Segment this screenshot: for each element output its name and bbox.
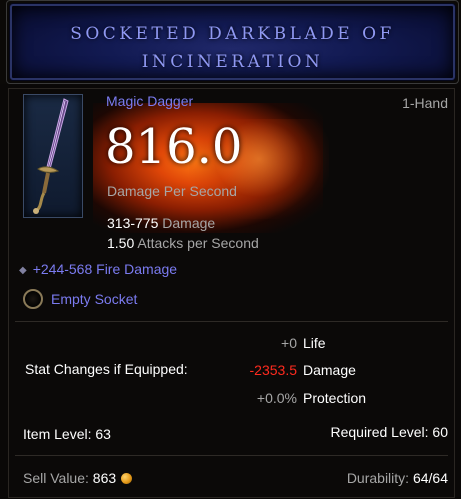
title-plate: SOCKETED DARKBLADE OF INCINERATION [6, 0, 459, 84]
affix-bullet-icon: ◆ [19, 265, 27, 276]
empty-socket-icon [23, 289, 43, 309]
attack-speed-label: Attacks per Second [137, 235, 259, 251]
attack-speed-value: 1.50 [107, 235, 135, 251]
damage-range-stat: 313-775 Damage [107, 215, 215, 231]
damage-change-value: -2353.5 [249, 362, 297, 378]
divider [15, 455, 448, 456]
dps-label: Damage Per Second [107, 183, 237, 199]
durability-value: 64/64 [412, 470, 448, 486]
damage-change-label: Damage [303, 362, 356, 378]
required-level: Required Level: 60 [330, 424, 448, 440]
item-name-line1: SOCKETED DARKBLADE OF [70, 24, 395, 44]
tooltip-footer: Sell Value: 863 Durability: 64/64 [9, 458, 454, 497]
gold-coin-icon [121, 473, 133, 484]
item-tooltip: SOCKETED DARKBLADE OF INCINERATION Magic… [0, 0, 461, 499]
item-slot: 1-Hand [402, 95, 448, 111]
tooltip-body: Magic Dagger 1-Hand 816.0 Damage Per Sec… [8, 88, 455, 498]
empty-socket-label: Empty Socket [51, 291, 138, 307]
attack-speed-stat: 1.50 Attacks per Second [107, 235, 259, 251]
life-change-value: +0 [281, 335, 297, 351]
damage-range-label: Damage [162, 215, 216, 231]
fire-damage-affix: ◆ +244-568 Fire Damage [19, 261, 177, 277]
item-type: Magic Dagger [106, 93, 194, 109]
item-name-line2: INCINERATION [141, 52, 324, 72]
sell-value-amount: 863 [92, 470, 117, 486]
durability: Durability: 64/64 [347, 470, 448, 486]
dps-value: 816.0 [105, 119, 243, 175]
stat-changes-header: Stat Changes if Equipped: [25, 361, 188, 377]
durability-label: Durability: [346, 470, 410, 486]
life-change-label: Life [303, 335, 326, 351]
sell-value: Sell Value: 863 [23, 470, 133, 486]
item-level: Item Level: 63 [23, 426, 111, 442]
sell-value-label: Sell Value: [23, 470, 89, 486]
protection-change-value: +0.0% [256, 390, 297, 406]
dagger-icon [33, 98, 69, 214]
divider [15, 321, 448, 322]
item-icon-frame [23, 94, 83, 218]
tooltip-header: SOCKETED DARKBLADE OF INCINERATION [0, 0, 461, 84]
damage-range-value: 313-775 [107, 215, 159, 231]
fire-damage-text: +244-568 Fire Damage [32, 261, 178, 277]
protection-change-label: Protection [303, 390, 367, 406]
